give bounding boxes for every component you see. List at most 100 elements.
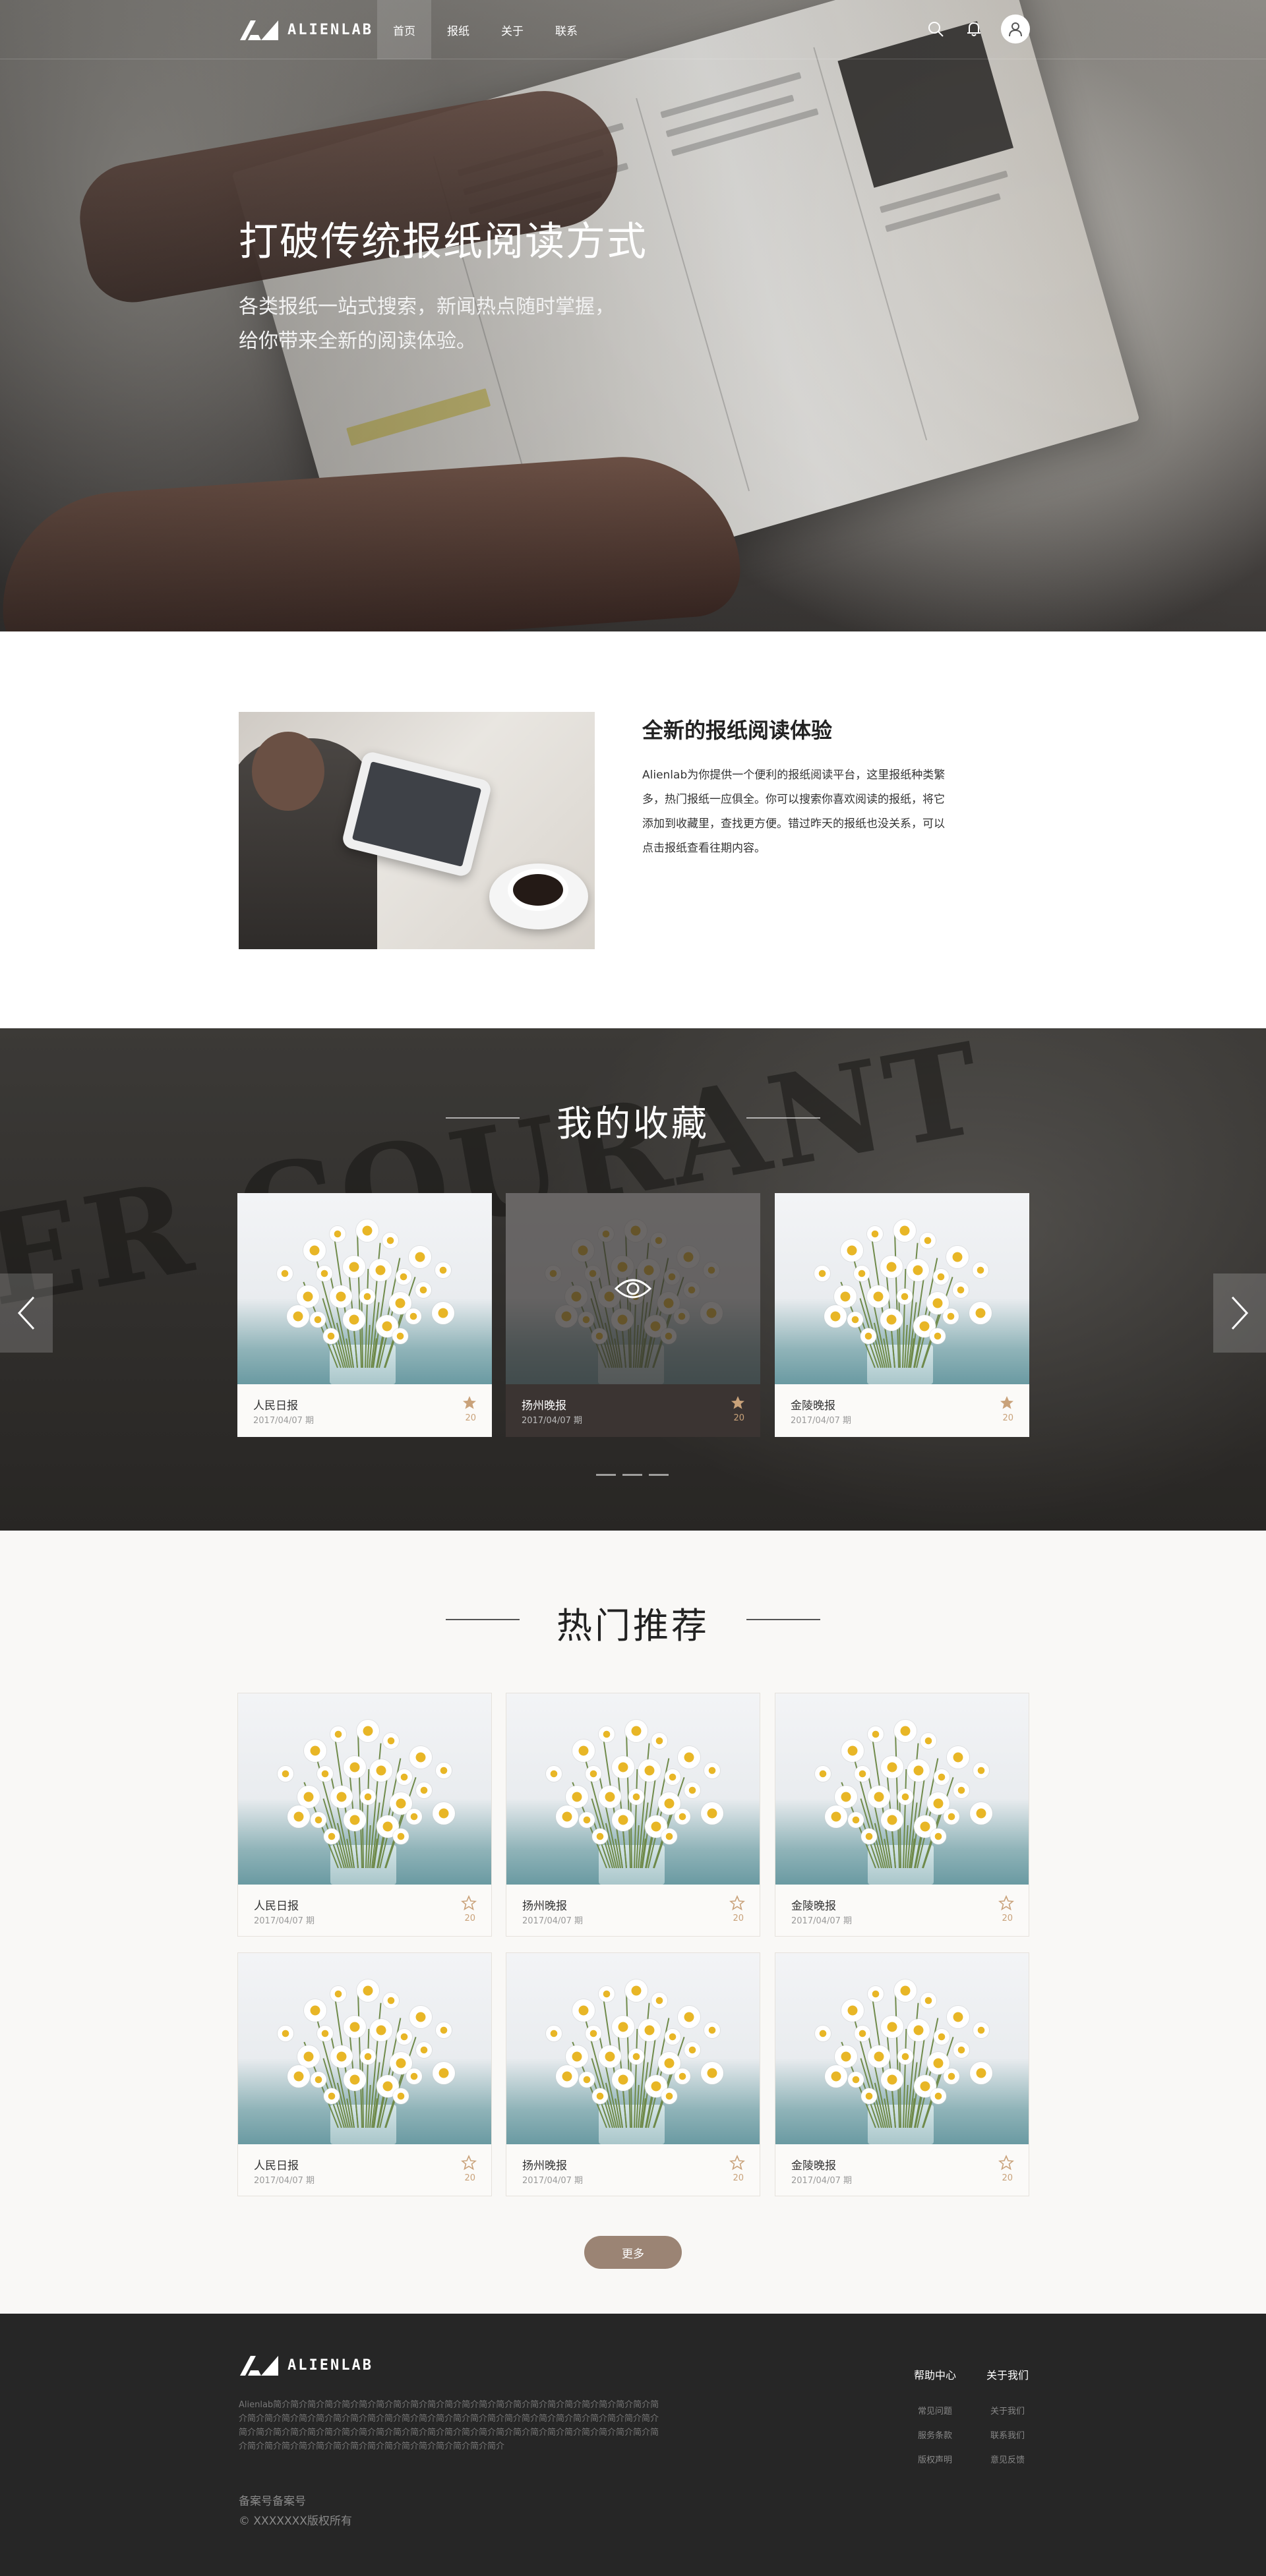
flower-thumbnail xyxy=(238,1953,491,2144)
daisy-flower xyxy=(638,2019,661,2041)
favorite-card[interactable]: 扬州晚报 2017/04/07 期 20 xyxy=(506,1193,760,1437)
daisy-flower xyxy=(599,1786,621,1808)
daisy-flower xyxy=(330,1986,346,2002)
star-filled-icon[interactable] xyxy=(462,1395,477,1411)
footer-link-terms[interactable]: 服务条款 xyxy=(909,2424,961,2448)
daisy-flower xyxy=(881,1756,903,1778)
user-avatar[interactable] xyxy=(1001,15,1030,44)
logo-mark-icon xyxy=(239,18,280,42)
footer-about-column: 关于我们 关于我们 联系我们 意见反馈 xyxy=(981,2366,1034,2473)
about-section: 全新的报纸阅读体验 Alienlab为你提供一个便利的报纸阅读平台，这里报纸种类… xyxy=(0,631,1266,1028)
daisy-flower xyxy=(920,1233,936,1248)
daisy-flower xyxy=(566,1786,588,1808)
daisy-flower xyxy=(324,1829,340,1844)
star-outline-icon[interactable] xyxy=(460,1894,477,1911)
favorite-card[interactable]: 人民日报 2017/04/07 期 20 xyxy=(237,1193,492,1437)
daisy-flower xyxy=(675,2068,690,2084)
carousel-next-button[interactable] xyxy=(1213,1273,1266,1353)
daisy-flower xyxy=(684,2042,700,2058)
carousel-dot[interactable] xyxy=(596,1474,616,1476)
issue-date: 2017/04/07 期 xyxy=(522,2176,584,2186)
daisy-flower xyxy=(854,1266,870,1281)
footer-link-copyright[interactable]: 版权声明 xyxy=(909,2448,961,2473)
daisy-flower xyxy=(383,1733,399,1749)
star-filled-icon[interactable] xyxy=(730,1395,746,1411)
daisy-flower xyxy=(678,1746,700,1769)
newspaper-name: 人民日报 xyxy=(254,1900,299,1913)
footer-link-contact[interactable]: 联系我们 xyxy=(981,2424,1034,2448)
nav-item-home[interactable]: 首页 xyxy=(377,0,431,59)
hot-newspaper-card[interactable]: 人民日报 2017/04/07 期 20 xyxy=(237,1952,492,2196)
daisy-flower xyxy=(409,2006,432,2028)
daisy-flower xyxy=(555,1305,578,1328)
daisy-flower xyxy=(330,2045,353,2068)
nav-item-about[interactable]: 关于 xyxy=(485,0,539,59)
daisy-flower xyxy=(651,1233,667,1248)
daisy-flower xyxy=(323,1328,339,1344)
carousel-dot[interactable] xyxy=(622,1474,642,1476)
daisy-flower xyxy=(907,2019,930,2041)
daisy-flower xyxy=(330,1226,346,1242)
nav-actions xyxy=(924,15,1030,44)
daisy-flower xyxy=(416,1782,432,1798)
search-icon[interactable] xyxy=(924,18,947,40)
hot-newspaper-card[interactable]: 金陵晚报 2017/04/07 期 20 xyxy=(775,1952,1029,2196)
footer-logo[interactable]: ALIENLAB xyxy=(239,2353,373,2377)
daisy-flower xyxy=(953,1282,969,1298)
hero-title: 打破传统报纸阅读方式 xyxy=(239,219,648,265)
daisy-flower xyxy=(330,1726,346,1742)
star-outline-icon[interactable] xyxy=(729,1894,746,1911)
footer-link-feedback[interactable]: 意见反馈 xyxy=(981,2448,1034,2473)
bell-icon[interactable] xyxy=(963,18,985,40)
footer-link-about[interactable]: 关于我们 xyxy=(981,2399,1034,2424)
carousel-prev-button[interactable] xyxy=(0,1273,53,1353)
daisy-flower xyxy=(396,1769,412,1785)
daisy-flower xyxy=(572,1999,595,2022)
more-button[interactable]: 更多 xyxy=(584,2236,682,2269)
daisy-flower xyxy=(930,1829,946,1844)
star-outline-icon[interactable] xyxy=(998,1894,1015,1911)
favorite-count: 20 xyxy=(464,1914,475,1923)
nav-item-newspapers[interactable]: 报纸 xyxy=(431,0,485,59)
star-outline-icon[interactable] xyxy=(729,2154,746,2171)
daisy-flower xyxy=(599,2045,621,2068)
daisy-flower xyxy=(344,2068,366,2091)
daisy-flower xyxy=(814,1266,830,1281)
nav-item-contact[interactable]: 联系 xyxy=(539,0,593,59)
issue-date: 2017/04/07 期 xyxy=(253,1416,315,1426)
footer-logo-text: ALIENLAB xyxy=(287,2356,373,2374)
daisy-flower xyxy=(415,1282,431,1298)
star-outline-icon[interactable] xyxy=(460,2154,477,2171)
daisy-flower xyxy=(815,2026,831,2041)
favorite-card[interactable]: 金陵晚报 2017/04/07 期 20 xyxy=(775,1193,1029,1437)
daisy-flower xyxy=(867,1226,883,1242)
daisy-flower xyxy=(585,1266,601,1281)
newspaper-name: 扬州晚报 xyxy=(522,1399,566,1413)
daisy-flower xyxy=(611,1308,634,1331)
hot-newspaper-card[interactable]: 金陵晚报 2017/04/07 期 20 xyxy=(775,1693,1029,1937)
daisy-flower xyxy=(930,1328,946,1344)
footer-link-faq[interactable]: 常见问题 xyxy=(909,2399,961,2424)
logo-text: ALIENLAB xyxy=(287,21,373,38)
daisy-flower xyxy=(344,1756,366,1778)
star-filled-icon[interactable] xyxy=(999,1395,1015,1411)
hot-newspaper-card[interactable]: 扬州晚报 2017/04/07 期 20 xyxy=(506,1952,760,2196)
about-tablet-photo xyxy=(239,712,595,949)
daisy-flower xyxy=(920,1733,936,1749)
daisy-flower xyxy=(579,2072,595,2088)
site-logo[interactable]: ALIENLAB xyxy=(239,18,373,42)
hot-newspaper-card[interactable]: 扬州晚报 2017/04/07 期 20 xyxy=(506,1693,760,1937)
footer-column-title: 帮助中心 xyxy=(913,2369,956,2382)
carousel-dot[interactable] xyxy=(649,1474,669,1476)
daisy-flower xyxy=(311,2072,326,2088)
star-outline-icon[interactable] xyxy=(998,2154,1015,2171)
daisy-flower xyxy=(684,1282,700,1298)
eye-icon[interactable] xyxy=(613,1269,653,1308)
daisy-flower xyxy=(930,2088,946,2104)
chevron-left-icon xyxy=(17,1296,35,1330)
favorite-count: 20 xyxy=(1002,2173,1013,2183)
daisy-flower xyxy=(277,1266,293,1281)
daisy-flower xyxy=(946,1246,969,1268)
hot-newspaper-card[interactable]: 人民日报 2017/04/07 期 20 xyxy=(237,1693,492,1937)
daisy-flower xyxy=(661,2088,677,2104)
